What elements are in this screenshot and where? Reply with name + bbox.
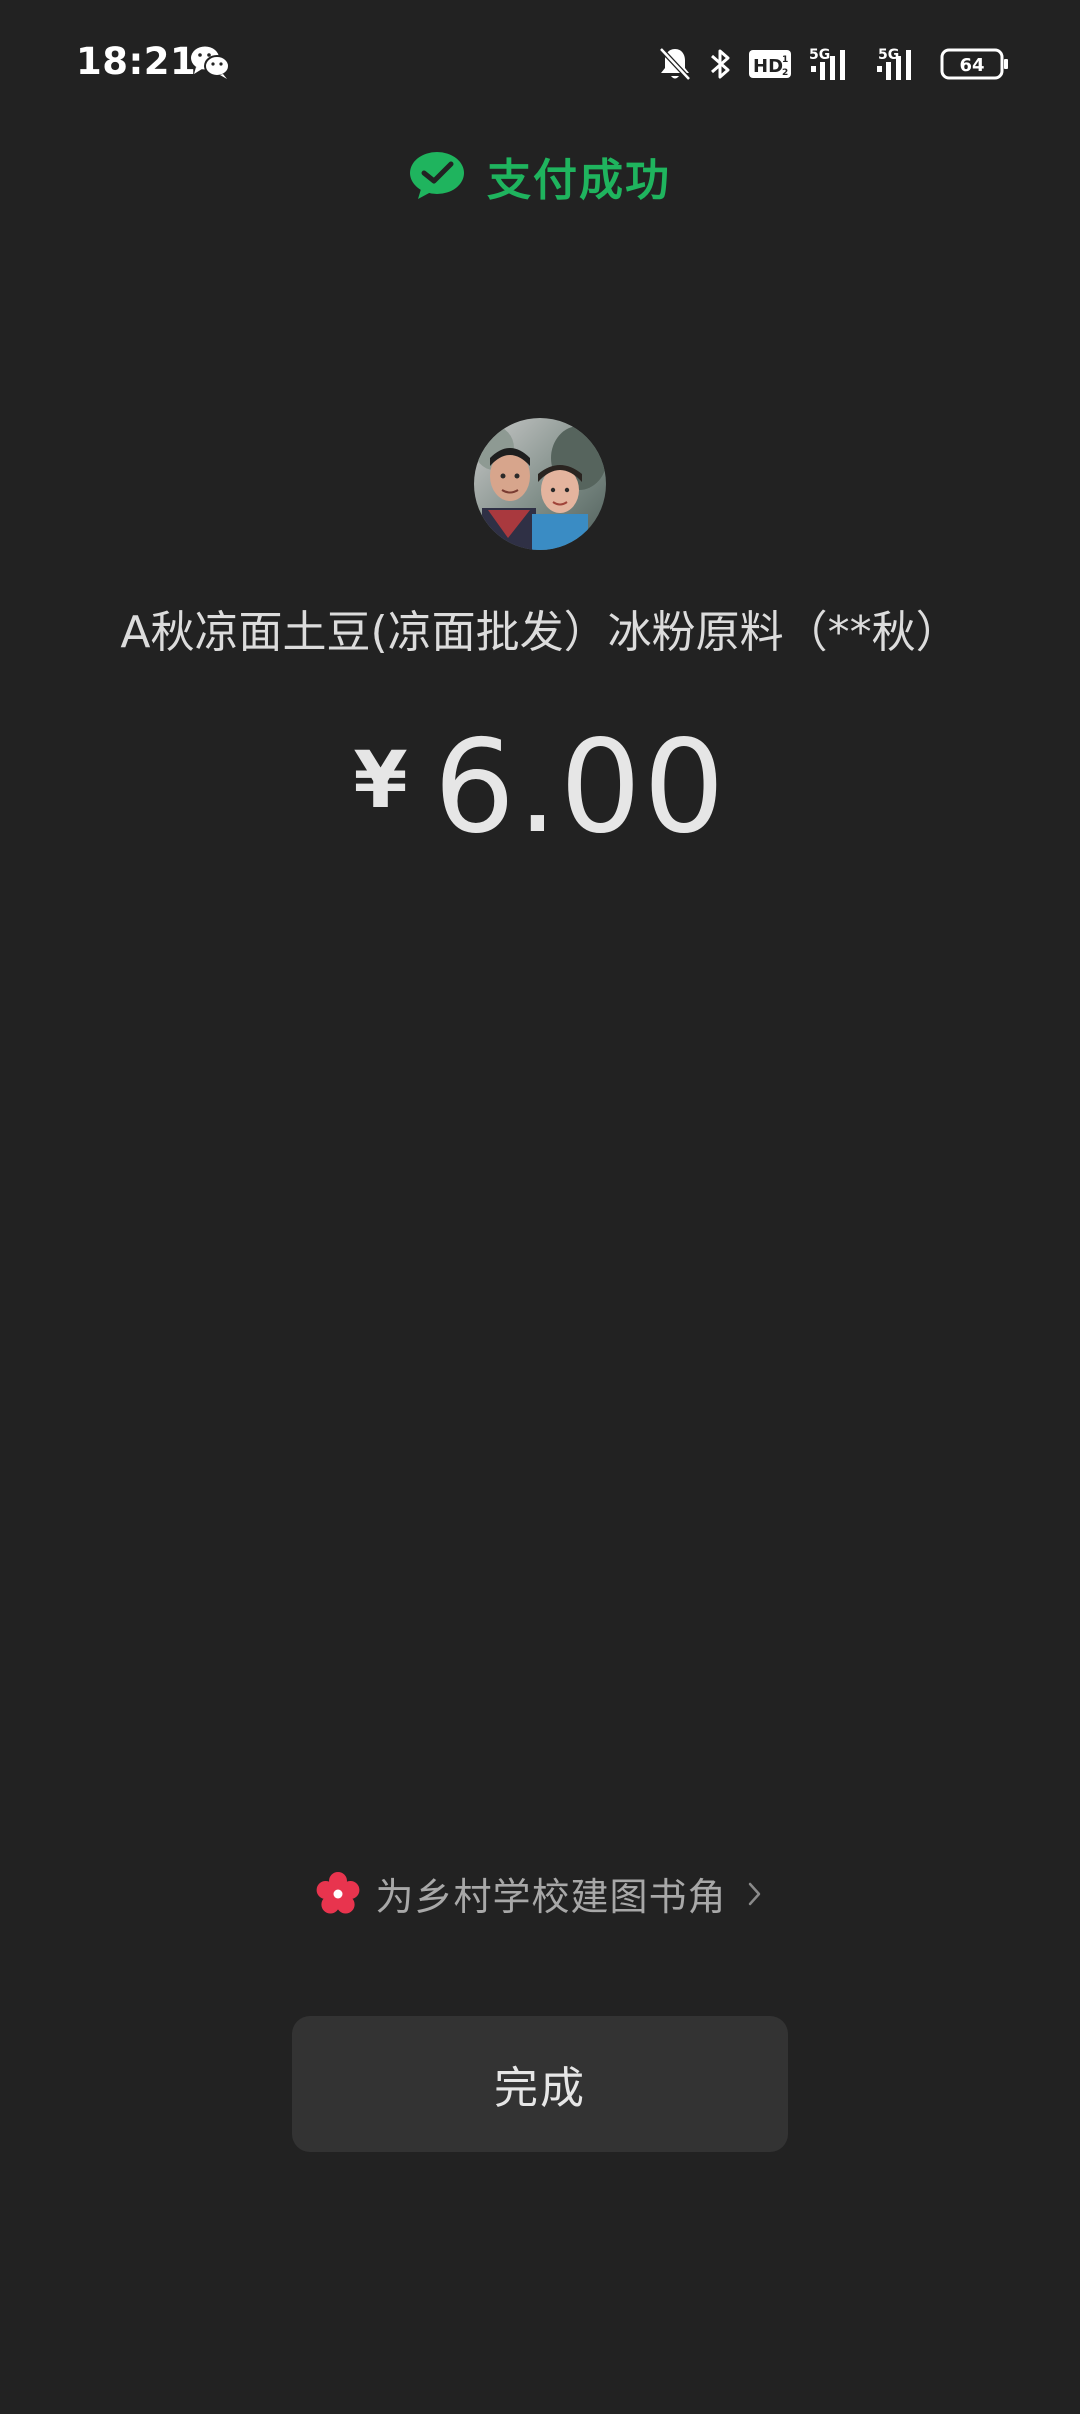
signal1-label: 5G [809,47,830,63]
avatar-photo [474,418,606,550]
status-time: 18:21 [76,40,197,83]
merchant-name: A秋凉面土豆(凉面批发）冰粉原料（**秋） [120,607,960,658]
currency-symbol: ¥ [353,736,408,826]
svg-text:2: 2 [782,68,788,78]
done-button-label: 完成 [494,2063,586,2114]
merchant-avatar [474,418,606,550]
bluetooth-icon [711,49,730,79]
status-bar: 18:21 HD 1 2 5G 5G 64 [0,0,1080,130]
done-button[interactable]: 完成 [292,2016,788,2152]
bell-off-icon [659,47,691,81]
payment-amount: ¥ 6.00 [0,713,1080,862]
battery-icon: 64 [940,48,1008,80]
payment-status-header: 支付成功 [0,144,1080,208]
hd-label: HD [753,56,783,77]
flower-icon [317,1871,360,1913]
wechat-pay-check-icon [410,152,464,199]
status-icons: HD 1 2 5G 5G 64 [658,44,1010,84]
charity-promo-link[interactable]: 为乡村学校建图书角 [0,1866,1080,1921]
battery-level: 64 [959,55,984,76]
signal-icon-1: 5G [809,47,845,80]
amount-value: 6.00 [433,713,727,862]
svg-text:1: 1 [782,55,788,65]
payment-status-title: 支付成功 [487,155,671,206]
signal-icon-2: 5G [877,47,911,80]
wechat-icon [191,46,230,79]
hd-badge: HD 1 2 [749,50,791,78]
promo-text: 为乡村学校建图书角 [375,1875,727,1919]
chevron-right-icon [748,1882,760,1905]
